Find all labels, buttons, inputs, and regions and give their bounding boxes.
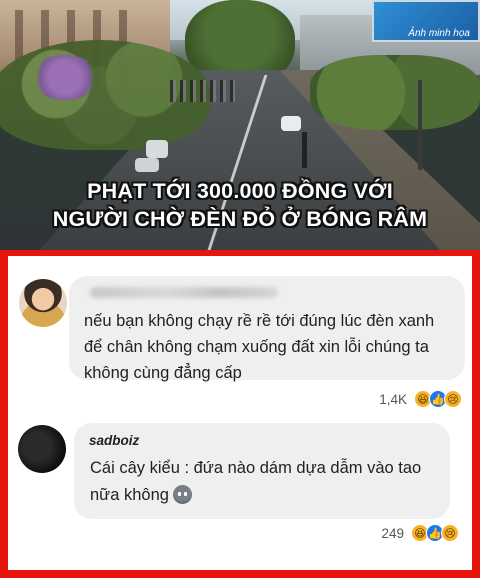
sad-icon: 😢 xyxy=(441,524,459,542)
car xyxy=(146,140,168,158)
reaction-summary[interactable]: 1,4K 😆 👍 😢 xyxy=(379,390,462,408)
trees-right xyxy=(310,55,480,130)
news-photo: Ảnh minh họa PHẠT TỚI 300.000 ĐỒNG VỚI N… xyxy=(0,0,480,250)
comment-bubble[interactable]: nếu bạn không chạy rề rề tới đúng lúc đè… xyxy=(69,276,465,382)
traffic-light xyxy=(302,132,307,168)
street-pole xyxy=(418,80,422,170)
avatar[interactable] xyxy=(19,279,67,327)
sad-icon: 😢 xyxy=(444,390,462,408)
car xyxy=(281,116,301,131)
reaction-count: 1,4K xyxy=(379,391,407,407)
comment-text: Cái cây kiểu : đứa nào dám dựa dẫm vào t… xyxy=(90,455,440,509)
comment-text-content: Cái cây kiểu : đứa nào dám dựa dẫm vào t… xyxy=(90,459,422,504)
author-name-blurred[interactable] xyxy=(90,287,278,298)
sad-face-emoji-icon xyxy=(172,485,192,504)
billboard: Ảnh minh họa xyxy=(372,0,480,42)
headline-line-2: NGƯỜI CHỜ ĐÈN ĐỎ Ở BÓNG RÂM xyxy=(52,207,428,231)
comment-bubble[interactable]: sadboiz Cái cây kiểu : đứa nào dám dựa d… xyxy=(74,423,450,519)
avatar[interactable] xyxy=(18,425,66,473)
reaction-count: 249 xyxy=(381,525,404,541)
reaction-summary[interactable]: 249 😆 👍 😢 xyxy=(381,524,459,542)
car xyxy=(135,158,159,172)
author-name[interactable]: sadboiz xyxy=(89,433,139,448)
comment-text: nếu bạn không chạy rề rề tới đúng lúc đè… xyxy=(84,312,435,382)
photo-caption: Ảnh minh họa xyxy=(408,28,470,39)
comments-panel: nếu bạn không chạy rề rề tới đúng lúc đè… xyxy=(0,250,480,578)
motorbikes xyxy=(170,80,235,102)
headline-line-1: PHẠT TỚI 300.000 ĐỒNG VỚI xyxy=(87,179,393,203)
flowering-tree xyxy=(30,55,100,100)
